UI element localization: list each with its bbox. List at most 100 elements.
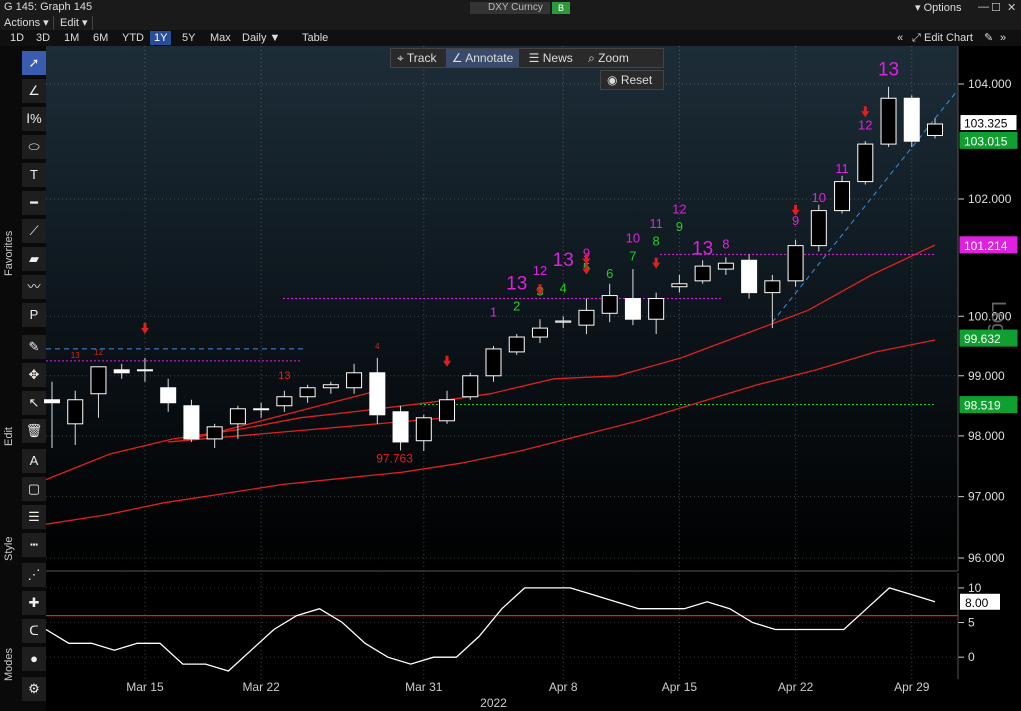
range-bar: 1D 3D 1M 6M YTD 1Y 5Y Max Daily ▼ Table …: [0, 30, 1021, 46]
range-6m[interactable]: 6M: [89, 31, 112, 45]
range-max[interactable]: Max: [206, 31, 235, 45]
options-menu[interactable]: ▾ Options: [915, 1, 962, 14]
x-tick-label: Mar 31: [405, 680, 443, 694]
zoom-button[interactable]: ⌕ Zoom: [582, 49, 635, 67]
candle-body: [857, 143, 874, 183]
td-count-label: 2: [513, 298, 520, 313]
td-count-label: 10: [626, 231, 640, 246]
candle-body: [369, 372, 386, 416]
y-tick-label: 96.000: [968, 551, 1005, 565]
td-count-label: 13: [71, 351, 80, 360]
price-tag-label: 101.214: [964, 239, 1008, 253]
y-tick-label: 98.000: [968, 429, 1005, 443]
zoom-icon: ⌕: [588, 51, 595, 65]
candle-body: [648, 298, 665, 320]
news-label: News: [542, 51, 573, 65]
candle-body: [392, 411, 409, 443]
security-field[interactable]: DXY Curncy: [470, 2, 550, 14]
x-tick-label: Apr 15: [662, 680, 698, 694]
candle-body: [810, 210, 827, 247]
security-go-button[interactable]: B: [552, 2, 570, 14]
actions-menu[interactable]: Actions ▾: [0, 16, 54, 30]
td-count-label: 13: [553, 250, 574, 271]
table-button[interactable]: Table: [298, 31, 332, 45]
options-label: Options: [923, 2, 962, 14]
td-count-label: 1: [490, 304, 497, 319]
candle-body: [531, 327, 548, 338]
candle-body: [927, 123, 943, 136]
maximize-icon[interactable]: ☐: [991, 1, 1001, 14]
range-1d[interactable]: 1D: [6, 31, 28, 45]
td-count-label: 6: [606, 266, 613, 281]
annotate-button[interactable]: ∠ Annotate: [445, 49, 520, 67]
candle-body: [439, 399, 456, 422]
candle-body: [299, 387, 316, 398]
candle-body: [741, 259, 758, 294]
candle-body: [67, 399, 84, 425]
candle-body: [160, 387, 177, 404]
candle-body: [601, 295, 618, 314]
range-3d[interactable]: 3D: [32, 31, 54, 45]
collapse-icon[interactable]: «: [893, 31, 907, 45]
candle-body: [206, 426, 223, 440]
chart-overlay-toolbar: ⌖ Track ∠ Annotate ☰ News ⌕ Zoom: [390, 48, 664, 68]
osc-tick-label: 0: [968, 650, 975, 664]
candle-body: [787, 245, 804, 282]
y-tick-label: 102.000: [968, 192, 1012, 206]
td-count-label: 13: [278, 370, 290, 382]
news-button[interactable]: ☰ News: [523, 49, 579, 67]
td-count-label: 13: [878, 59, 899, 80]
close-icon[interactable]: ✕: [1007, 1, 1016, 14]
candle-body: [90, 366, 107, 395]
td-count-label: 12: [94, 348, 103, 357]
td-count-label: 13: [506, 274, 527, 295]
candle-body: [508, 336, 525, 353]
x-axis-year-label: 2022: [480, 696, 507, 710]
x-tick-label: Apr 22: [778, 680, 814, 694]
candle-body: [671, 283, 688, 288]
range-ytd[interactable]: YTD: [118, 31, 148, 45]
candle-body: [322, 384, 339, 389]
reset-button[interactable]: ◉ Reset: [600, 70, 664, 90]
range-1m[interactable]: 1M: [60, 31, 83, 45]
td-count-label: 4: [375, 342, 380, 351]
annotate-icon: ∠: [451, 51, 463, 65]
news-icon: ☰: [528, 51, 540, 65]
candle-body: [229, 408, 246, 425]
td-count-label: 11: [649, 216, 663, 231]
candle-body: [485, 348, 502, 377]
td-count-label: 11: [835, 161, 849, 176]
oscillator-background: [46, 573, 958, 679]
td-count-label: 4: [560, 281, 567, 296]
td-count-label: 9: [676, 219, 683, 234]
osc-value-label: 8.00: [965, 596, 989, 610]
osc-tick-label: 10: [968, 581, 982, 595]
x-tick-label: Apr 29: [894, 680, 930, 694]
range-5y[interactable]: 5Y: [178, 31, 199, 45]
candle-body: [624, 298, 641, 320]
candle-body: [346, 372, 363, 389]
menu-bar: Actions ▾ Edit ▾: [0, 16, 1021, 30]
window-title: G 145: Graph 145: [4, 1, 93, 13]
price-tag-label: 98.519: [964, 399, 1001, 413]
range-1y[interactable]: 1Y: [150, 31, 172, 45]
pencil-icon[interactable]: ✎: [980, 31, 997, 45]
expand-icon[interactable]: »: [996, 31, 1010, 45]
candle-body: [183, 405, 200, 440]
edit-menu[interactable]: Edit ▾: [56, 16, 93, 30]
reset-icon: ◉: [607, 73, 618, 87]
candle-body: [694, 265, 711, 282]
td-count-label: 8: [653, 234, 660, 249]
y-tick-label: 97.000: [968, 490, 1005, 504]
td-count-label: 8: [722, 237, 729, 252]
plot-background: [46, 46, 958, 571]
frequency-select[interactable]: Daily ▼: [238, 31, 284, 45]
candle-body: [717, 262, 734, 270]
minimize-icon[interactable]: —: [978, 1, 989, 13]
log-scale-label: Log: [987, 301, 1009, 334]
track-button[interactable]: ⌖ Track: [391, 49, 442, 67]
edit-chart-button[interactable]: Edit Chart: [920, 31, 977, 45]
price-chart[interactable]: 1312134113212313495610711812913891011121…: [0, 46, 1021, 711]
osc-tick-label: 5: [968, 616, 975, 630]
x-tick-label: Apr 8: [549, 680, 578, 694]
